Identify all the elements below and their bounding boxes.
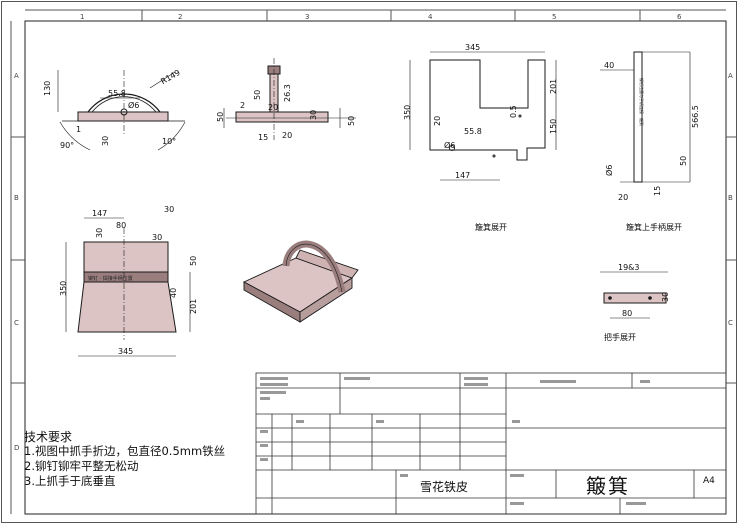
dim-side-30: 30 <box>309 110 318 120</box>
dim-130: 130 <box>43 81 52 96</box>
dim-side-20-a: 20 <box>268 103 278 112</box>
dim-top-30-a: 30 <box>164 205 174 214</box>
tech-requirement-2: 2.铆钉铆牢平整无松动 <box>24 459 139 473</box>
title-block <box>255 372 727 515</box>
zone-row-b-right: B <box>728 194 733 202</box>
dim-10deg: 10° <box>162 137 176 146</box>
handle-unfold-band-label: 铆钉位置与手柄连接一般到 <box>639 78 645 126</box>
zone-row-d: D <box>14 444 19 452</box>
dim-handle-15: 15 <box>653 186 662 196</box>
dim-side-2: 2 <box>240 101 245 110</box>
grip-unfold-view <box>600 271 668 319</box>
zone-row-b: B <box>14 194 19 202</box>
grip-unfold-caption: 把手展开 <box>604 332 636 342</box>
dim-dia6: Ø6 <box>128 100 139 110</box>
material-value: 雪花铁皮 <box>420 480 469 494</box>
dim-side-26-3: 26.3 <box>283 84 292 102</box>
part-name-value: 簸箕 <box>586 474 630 498</box>
zone-col-1: 1 <box>80 13 84 21</box>
dim-grip-30: 30 <box>661 292 670 302</box>
dim-body-dia6: Ø6 <box>444 140 455 150</box>
dim-handle-20: 20 <box>618 193 628 202</box>
dim-side-20-b: 20 <box>282 131 292 140</box>
dim-body-201: 201 <box>549 79 558 94</box>
dim-handle-566-5: 566.5 <box>691 105 700 128</box>
dim-grip-80: 80 <box>622 309 632 318</box>
dim-body-350: 350 <box>403 105 412 120</box>
handle-unfold-view <box>600 51 691 183</box>
tech-requirement-1: 1.视图中抓手折边，包直径0.5mm铁丝 <box>24 444 226 458</box>
zone-col-6: 6 <box>677 13 682 21</box>
dim-body-20: 20 <box>433 116 442 126</box>
dim-1: 1 <box>76 125 81 134</box>
dim-top-350: 350 <box>59 281 68 296</box>
dim-90deg: 90° <box>60 141 74 150</box>
dim-side-50-top: 50 <box>253 90 262 100</box>
zone-row-a: A <box>14 72 19 80</box>
top-view <box>65 217 191 357</box>
dim-55-8: 55.8 <box>108 89 126 98</box>
dim-body-0-5: 0.5 <box>509 105 518 118</box>
zone-grid-right <box>726 136 736 384</box>
dim-top-50: 50 <box>189 256 198 266</box>
zone-row-a-right: A <box>728 72 733 80</box>
front-left-view-dims: 130 R149 55.8 Ø6 1 30 90° 10° <box>43 68 182 150</box>
dim-top-30-b: 30 <box>95 228 104 238</box>
handle-unfold-dims: 40 566.5 Ø6 50 15 20 <box>604 61 700 202</box>
dim-body-150: 150 <box>549 119 558 134</box>
zone-grid-top <box>25 9 726 21</box>
zone-col-3: 3 <box>305 13 309 21</box>
dim-top-40: 40 <box>169 288 178 298</box>
dim-grip-19-3: 19&3 <box>618 263 640 272</box>
dim-body-345: 345 <box>465 43 480 52</box>
dim-top-201: 201 <box>189 299 198 314</box>
grip-unfold-dims: 19&3 30 80 <box>618 263 670 318</box>
zone-col-5: 5 <box>552 13 556 21</box>
dim-side-50-right: 50 <box>347 116 356 126</box>
dim-body-55-8: 55.8 <box>464 127 482 136</box>
dim-side-50-left: 50 <box>216 112 225 122</box>
isometric-view <box>242 240 359 323</box>
body-unfold-view <box>409 51 557 181</box>
dim-handle-40: 40 <box>604 61 614 70</box>
dim-handle-dia6: Ø6 <box>604 165 614 176</box>
body-unfold-caption: 簸箕展开 <box>475 222 507 232</box>
tech-requirement-3: 3.上抓手于底垂直 <box>24 474 116 488</box>
dim-top-80: 80 <box>116 221 126 230</box>
dim-handle-50: 50 <box>679 156 688 166</box>
handle-unfold-caption: 簸箕上手柄展开 <box>626 222 682 232</box>
zone-row-c-right: C <box>728 319 733 327</box>
dim-r149: R149 <box>159 68 182 86</box>
top-view-band-label: 铆钉 · 焊接手柄位置 <box>88 275 133 282</box>
zone-col-4: 4 <box>428 13 433 21</box>
zone-row-c: C <box>14 319 19 327</box>
dim-top-147: 147 <box>92 209 107 218</box>
dim-side-15: 15 <box>258 133 268 142</box>
zone-grid-left <box>10 21 25 514</box>
dim-top-345: 345 <box>118 347 133 356</box>
dim-body-147: 147 <box>455 171 470 180</box>
dim-30: 30 <box>101 136 110 146</box>
zone-col-2: 2 <box>178 13 182 21</box>
dim-top-30-c: 30 <box>152 233 162 242</box>
sheet-size-value: A4 <box>703 476 715 486</box>
